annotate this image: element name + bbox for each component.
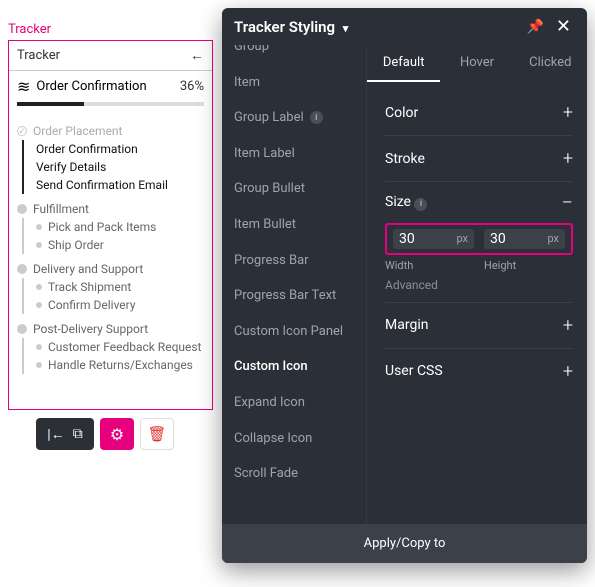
sidebar-item[interactable]: Scroll Fade [222, 456, 366, 492]
sidebar-item[interactable]: Item Label [222, 136, 366, 172]
pin-icon[interactable]: 📌 [526, 19, 543, 35]
height-label: Height [484, 259, 573, 272]
panel-header: Tracker Styling ▾ 📌 ✕ [222, 8, 587, 45]
width-label: Width [385, 259, 474, 272]
sub-step: Ship Order [36, 236, 204, 254]
sub-step: Track Shipment [36, 278, 204, 296]
size-input-row: px px [385, 223, 573, 255]
sub-step: Verify Details [36, 158, 204, 176]
section-usercss[interactable]: User CSS + [385, 348, 573, 394]
sidebar-item[interactable]: Collapse Icon [222, 421, 366, 457]
section-usercss-label: User CSS [385, 363, 443, 379]
plus-icon: + [563, 315, 573, 336]
size-controls: px px Width Height Advanced [385, 223, 573, 302]
info-icon: i [310, 111, 323, 124]
open-external-icon: ⧉ [73, 426, 83, 442]
sub-step: Handle Returns/Exchanges [36, 356, 204, 374]
sub-step: Confirm Delivery [36, 296, 204, 314]
sidebar-item[interactable]: Group Labeli [222, 100, 366, 136]
back-arrow-icon[interactable]: ← [190, 47, 204, 64]
sidebar-item[interactable]: Item Bullet [222, 207, 366, 243]
height-field[interactable]: px [484, 229, 565, 249]
step: Order Placement Order ConfirmationVerify … [17, 124, 204, 194]
sidebar-item[interactable]: Progress Bar [222, 243, 366, 279]
advanced-link[interactable]: Advanced [385, 278, 573, 292]
step-title: Order Placement [33, 124, 122, 138]
progress-percent: 36% [180, 79, 204, 94]
sidebar-item[interactable]: Group [222, 45, 366, 65]
step-bullet [17, 204, 27, 214]
section-stroke[interactable]: Stroke + [385, 135, 573, 181]
sub-step: Send Confirmation Email [36, 176, 204, 194]
wave-icon: ≋ [17, 77, 30, 96]
tracker-outer-label: Tracker [8, 22, 51, 37]
tab-clicked[interactable]: Clicked [514, 45, 587, 82]
step-bullet [17, 264, 27, 274]
section-color[interactable]: Color + [385, 90, 573, 135]
section-size-label-wrap: Size i [385, 194, 427, 211]
steps-list: Order Placement Order ConfirmationVerify … [9, 112, 212, 378]
plus-icon: + [563, 361, 573, 382]
step: Post-Delivery Support Customer Feedback R… [17, 322, 204, 374]
section-size[interactable]: Size i − [385, 181, 573, 223]
sidebar-item[interactable]: Progress Bar Text [222, 278, 366, 314]
tracker-header: Tracker ← [9, 41, 212, 71]
toolbar-dark-group[interactable]: |← ⧉ [36, 418, 94, 450]
style-right-pane: DefaultHoverClicked Color + Stroke + Siz… [367, 45, 587, 524]
step: Delivery and Support Track ShipmentConfir… [17, 262, 204, 314]
widget-toolbar: |← ⧉ ⚙ 🗑 [36, 418, 174, 450]
step-bullet [17, 324, 27, 334]
info-icon: i [414, 198, 427, 211]
step-bullet [17, 126, 27, 136]
style-sidebar: GroupItemGroup LabeliItem LabelGroup Bul… [222, 45, 367, 524]
gear-icon: ⚙ [110, 425, 124, 444]
section-margin-label: Margin [385, 317, 428, 333]
plus-icon: + [563, 102, 573, 123]
sidebar-item[interactable]: Item [222, 65, 366, 101]
section-color-label: Color [385, 105, 418, 121]
step: Fulfillment Pick and Pack ItemsShip Order [17, 202, 204, 254]
close-icon[interactable]: ✕ [552, 16, 575, 37]
section-margin[interactable]: Margin + [385, 302, 573, 348]
tab-default[interactable]: Default [367, 45, 440, 82]
sub-step: Customer Feedback Request [36, 338, 204, 356]
sidebar-item[interactable]: Custom Icon Panel [222, 314, 366, 350]
tracker-widget: Tracker ← ≋ Order Confirmation 36% Order… [8, 40, 213, 410]
panel-title-text: Tracker Styling [234, 18, 335, 36]
sidebar-item[interactable]: Custom Icon [222, 349, 366, 385]
minus-icon: − [562, 197, 573, 207]
height-unit: px [547, 232, 559, 245]
tracker-styling-panel: Tracker Styling ▾ 📌 ✕ GroupItemGroup Lab… [222, 8, 587, 563]
collapse-icon: |← [47, 426, 64, 443]
tab-hover[interactable]: Hover [440, 45, 513, 82]
sub-step: Pick and Pack Items [36, 218, 204, 236]
plus-icon: + [563, 148, 573, 169]
progress-bar [17, 102, 204, 106]
style-sections: Color + Stroke + Size i − [367, 82, 587, 394]
tracker-title: Tracker [17, 48, 60, 63]
width-field[interactable]: px [393, 229, 474, 249]
width-input[interactable] [399, 231, 456, 247]
panel-title[interactable]: Tracker Styling ▾ [234, 18, 518, 36]
sub-step: Order Confirmation [36, 140, 204, 158]
height-input[interactable] [490, 231, 547, 247]
chevron-down-icon: ▾ [343, 22, 349, 35]
state-tabs: DefaultHoverClicked [367, 45, 587, 82]
step-title: Fulfillment [33, 202, 89, 216]
sidebar-item[interactable]: Group Bullet [222, 171, 366, 207]
apply-copy-button[interactable]: Apply/Copy to [222, 524, 587, 563]
section-stroke-label: Stroke [385, 151, 425, 167]
trash-icon: 🗑 [147, 425, 166, 443]
current-step-label: Order Confirmation [36, 79, 173, 94]
step-title: Post-Delivery Support [33, 322, 148, 336]
current-step-row: ≋ Order Confirmation 36% [9, 71, 212, 102]
settings-button[interactable]: ⚙ [100, 418, 134, 450]
sidebar-item[interactable]: Expand Icon [222, 385, 366, 421]
step-title: Delivery and Support [33, 262, 143, 276]
section-size-label: Size [385, 194, 411, 210]
width-unit: px [456, 232, 468, 245]
delete-button[interactable]: 🗑 [140, 418, 174, 450]
